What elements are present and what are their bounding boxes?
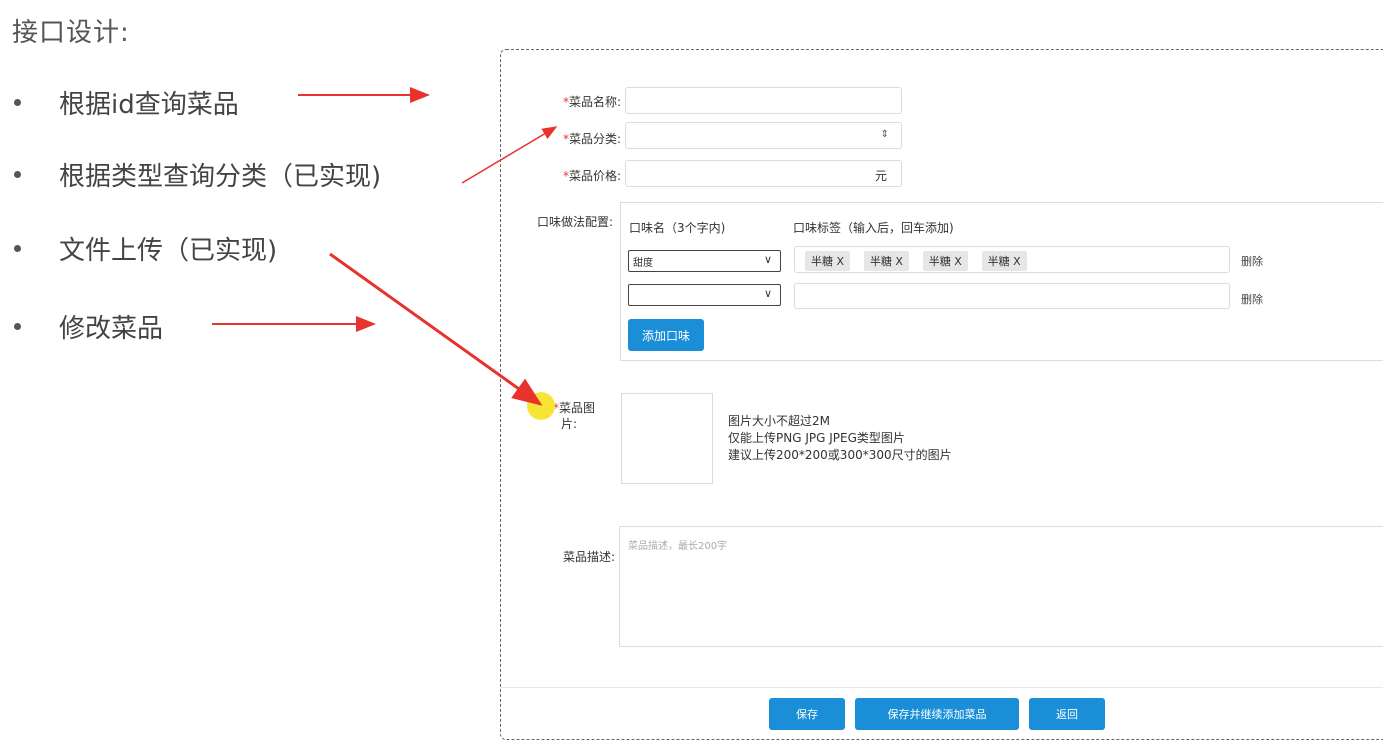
annotation-arrows [212, 87, 558, 406]
arrow-query-category [461, 126, 558, 184]
arrow-file-upload [329, 252, 543, 406]
